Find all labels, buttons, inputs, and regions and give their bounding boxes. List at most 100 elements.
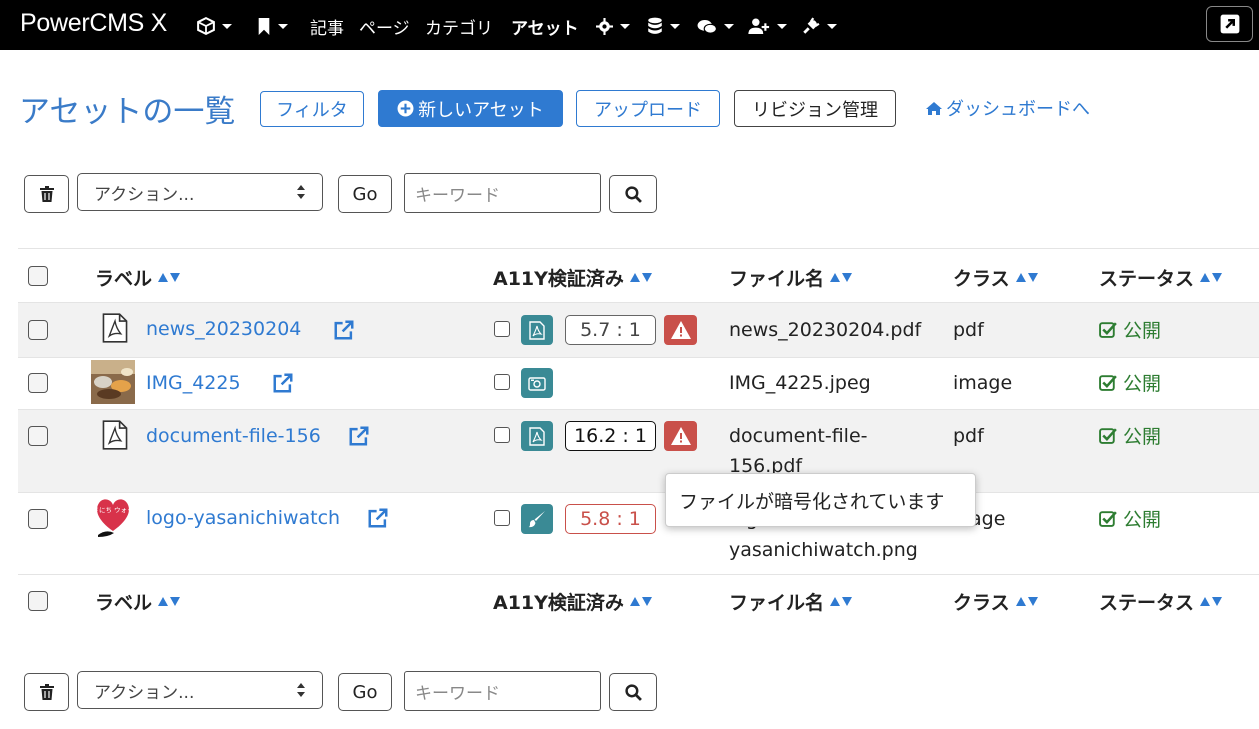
column-header-filename[interactable]: ファイル名 [729,264,853,291]
table-top-border [18,248,1259,249]
keyword-input-bottom[interactable]: キーワード [404,671,601,711]
check-square-icon [1099,511,1117,527]
external-link-icon[interactable] [333,319,355,341]
column-header-class[interactable]: クラス [953,264,1038,291]
row-checkbox[interactable] [28,426,48,446]
nav-item-assets[interactable]: アセット [511,14,579,39]
go-button-top[interactable]: Go [338,175,392,213]
image-type-badge [521,504,553,534]
file-image-icon [528,376,546,391]
action-select-value: アクション... [94,184,195,205]
column-footer-filename[interactable]: ファイル名 [729,588,853,615]
view-site-button[interactable] [1206,6,1253,42]
sort-icon[interactable] [629,273,652,282]
external-link-icon[interactable] [348,425,370,447]
search-icon [624,185,642,203]
sort-icon[interactable] [830,273,853,282]
row-checkbox[interactable] [28,509,48,529]
status-badge: 公開 [1099,369,1161,396]
column-header-status[interactable]: ステータス [1099,264,1223,291]
sort-icon[interactable] [629,597,652,606]
paint-brush-icon [528,511,545,528]
search-button-bottom[interactable] [609,673,657,711]
chevron-down-icon [777,23,787,29]
column-header-label[interactable]: ラベル [95,264,181,291]
plug-icon [803,17,820,34]
pdf-file-icon [102,313,128,343]
column-footer-a11y[interactable]: A11Y検証済み [493,588,652,615]
select-all-checkbox-bottom[interactable] [28,591,48,611]
search-icon [624,683,642,701]
a11y-checkbox[interactable] [494,510,510,526]
keyword-input-top[interactable]: キーワード [404,173,601,213]
nav-item-categories[interactable]: カテゴリ [425,14,493,39]
sort-icon[interactable] [1200,597,1223,606]
status-badge: 公開 [1099,316,1161,343]
column-footer-status[interactable]: ステータス [1099,588,1223,615]
row-checkbox[interactable] [28,373,48,393]
warning-badge[interactable] [664,315,697,345]
top-navbar: PowerCMS X 記事 ページ カテゴリ アセット [0,0,1259,50]
database-menu[interactable] [647,14,680,38]
check-square-icon [1099,428,1117,444]
filter-button[interactable]: フィルタ [260,91,364,127]
asset-label-link[interactable]: logo-yasanichiwatch [146,507,340,529]
new-asset-button[interactable]: 新しいアセット [378,90,563,127]
row-divider [18,357,1259,358]
dashboard-link[interactable]: ダッシュボードへ [925,95,1090,121]
nav-item-pages[interactable]: ページ [359,14,410,39]
user-add-menu[interactable] [748,14,787,38]
upload-button[interactable]: アップロード [576,90,720,127]
image-type-badge [521,368,553,398]
go-button-bottom[interactable]: Go [338,673,392,711]
filename-cell: news_20230204.pdf [729,319,922,341]
delete-button-top[interactable] [24,175,69,213]
status-badge: 公開 [1099,505,1161,532]
a11y-checkbox[interactable] [494,321,510,337]
bookmark-menu[interactable] [257,14,288,38]
check-square-icon [1099,375,1117,391]
trash-icon [39,186,54,202]
sort-icon[interactable] [1200,273,1223,282]
pdf-type-badge [521,421,553,451]
cube-menu[interactable] [197,14,232,38]
column-footer-class[interactable]: クラス [953,588,1038,615]
search-button-top[interactable] [609,175,657,213]
chevron-down-icon [222,23,232,29]
external-link-icon[interactable] [272,372,294,394]
home-icon [926,101,942,115]
trash-icon [39,684,54,700]
a11y-checkbox[interactable] [494,427,510,443]
a11y-checkbox[interactable] [494,374,510,390]
column-footer-label[interactable]: ラベル [95,588,181,615]
select-all-checkbox[interactable] [28,266,48,286]
external-link-icon[interactable] [367,507,389,529]
column-header-a11y[interactable]: A11Y検証済み [493,264,652,291]
delete-button-bottom[interactable] [24,673,69,711]
chevron-down-icon [278,23,288,29]
revision-management-button[interactable]: リビジョン管理 [734,90,896,127]
asset-label-link[interactable]: document-file-156 [146,425,321,447]
bookmark-icon [258,17,270,35]
asset-label-link[interactable]: news_20230204 [146,318,301,340]
comments-menu[interactable] [697,14,734,38]
comments-icon [697,19,717,34]
asset-label-link[interactable]: IMG_4225 [146,372,241,394]
file-pdf-icon [529,426,545,446]
nav-item-entries[interactable]: 記事 [310,14,344,39]
warning-badge[interactable] [664,421,697,451]
brand-logo[interactable]: PowerCMS X [20,9,167,38]
sort-icon[interactable] [1015,273,1038,282]
settings-menu[interactable] [596,14,630,38]
status-badge: 公開 [1099,422,1161,449]
select-arrows-icon [297,185,305,199]
action-select-bottom[interactable]: アクション... [77,671,323,709]
contrast-ratio-badge: 5.7 : 1 [565,315,656,345]
sort-icon[interactable] [830,597,853,606]
row-checkbox[interactable] [28,320,48,340]
sort-icon[interactable] [1015,597,1038,606]
action-select-top[interactable]: アクション... [77,173,323,211]
plugin-menu[interactable] [802,14,837,38]
sort-icon[interactable] [158,273,181,282]
sort-icon[interactable] [158,597,181,606]
